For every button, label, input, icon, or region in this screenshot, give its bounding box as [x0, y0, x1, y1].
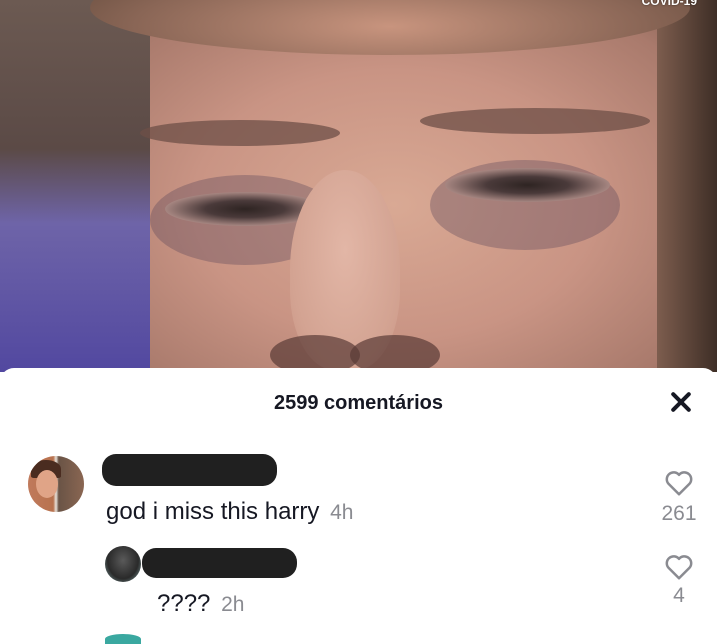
comment-body: god i miss this harry	[106, 498, 320, 525]
username-redacted	[102, 454, 277, 486]
close-icon[interactable]	[669, 390, 693, 414]
comment-text: ???? 2h	[157, 590, 244, 618]
video-forehead	[90, 0, 690, 55]
video-right-eye	[445, 168, 610, 202]
comment-body: ????	[157, 590, 211, 617]
avatar[interactable]	[105, 634, 141, 644]
avatar[interactable]	[105, 546, 141, 582]
comments-panel: 2599 comentários god i miss this harry 4…	[0, 368, 717, 644]
comments-count-title: 2599 comentários	[274, 392, 443, 414]
video-left-brow	[140, 120, 340, 146]
video-hair-left	[0, 0, 150, 372]
username-redacted	[142, 548, 297, 578]
video-nostril-right	[350, 335, 440, 372]
video-badge: COVID-19	[641, 0, 697, 8]
like-count: 261	[661, 502, 697, 525]
heart-icon[interactable]	[664, 552, 694, 582]
video-frame[interactable]: COVID-19	[0, 0, 717, 372]
comment-text: god i miss this harry 4h	[106, 498, 353, 526]
comment-time: 2h	[221, 593, 245, 616]
video-right-brow	[420, 108, 650, 134]
video-hair-right	[657, 0, 717, 372]
avatar[interactable]	[28, 456, 84, 512]
like-count: 4	[673, 584, 685, 607]
video-nostril-left	[270, 335, 360, 372]
avatar-face	[36, 470, 58, 498]
comment-time: 4h	[330, 501, 354, 524]
heart-icon[interactable]	[664, 468, 694, 498]
